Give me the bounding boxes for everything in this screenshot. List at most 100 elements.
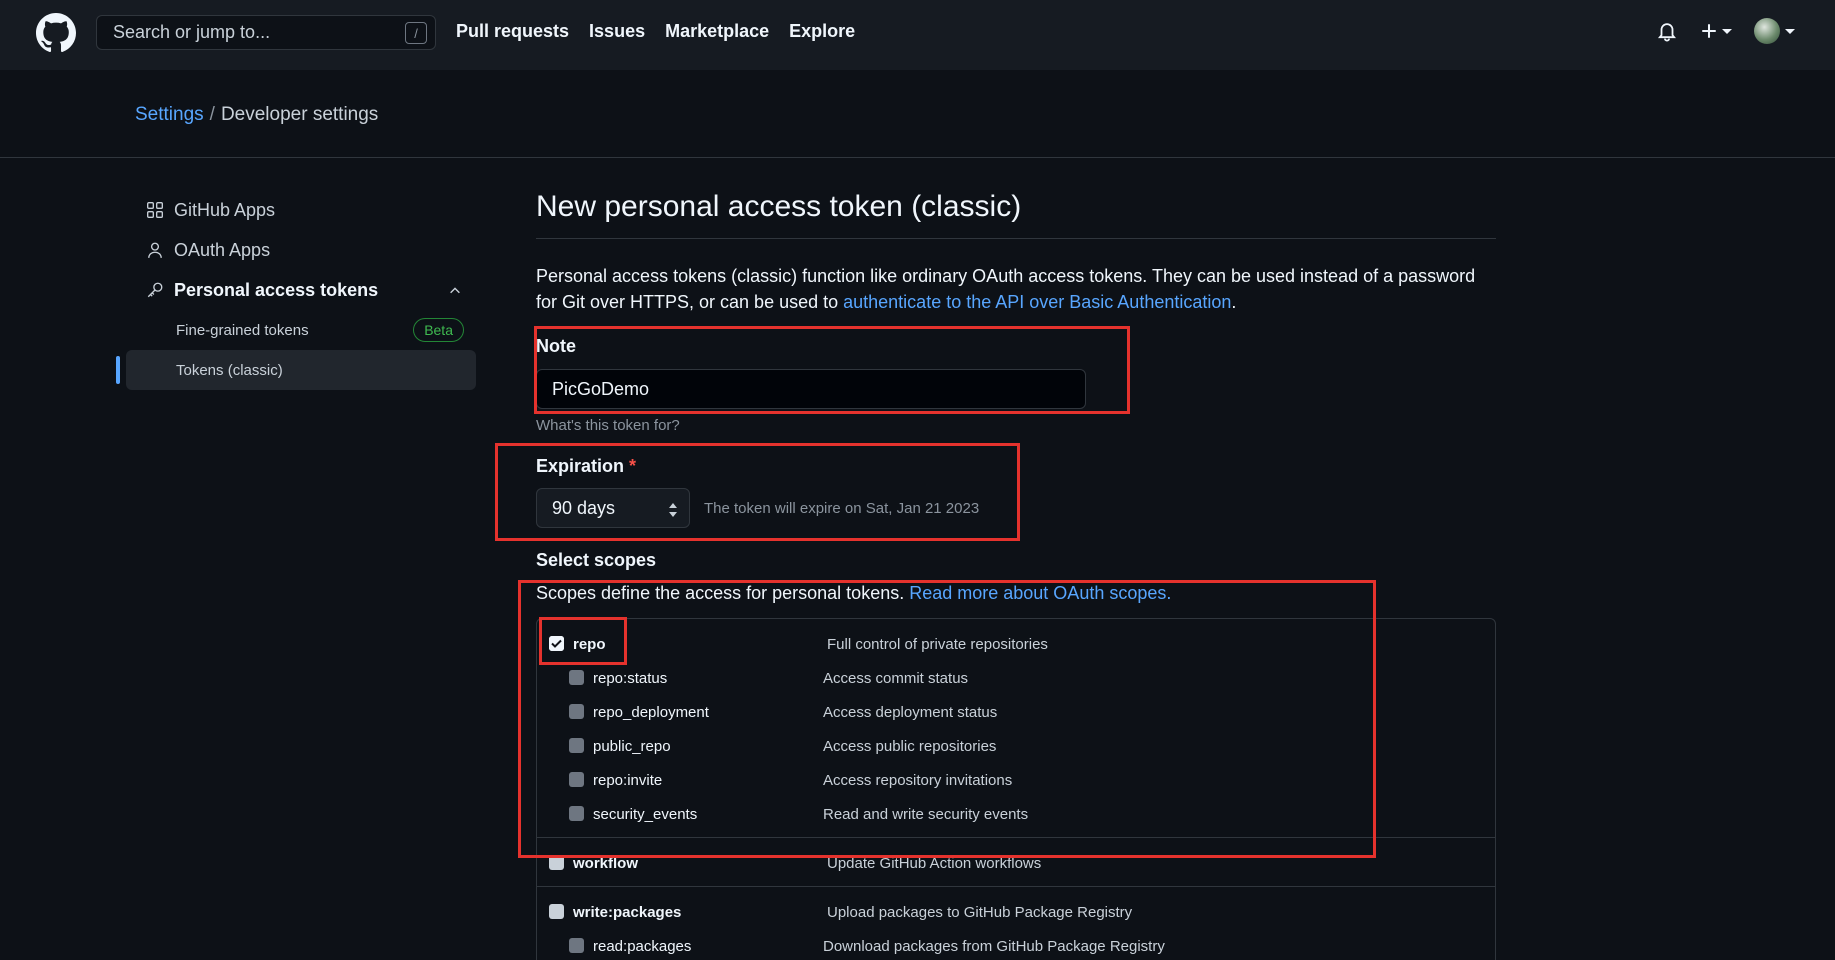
beta-badge: Beta	[413, 318, 464, 342]
note-hint: What's this token for?	[536, 417, 680, 434]
nav-issues[interactable]: Issues	[589, 21, 645, 42]
sidebar-item-personal-access-tokens[interactable]: Personal access tokens	[126, 270, 476, 310]
scope-row: security_events Read and write security …	[537, 797, 1495, 831]
scope-description: Full control of private repositories	[827, 635, 1048, 653]
description-suffix: .	[1231, 292, 1237, 312]
selected-indicator	[116, 356, 120, 384]
github-logo-icon[interactable]	[36, 13, 76, 53]
scope-name: repo:invite	[593, 771, 663, 789]
scopes-description-text: Scopes define the access for personal to…	[536, 583, 910, 603]
key-icon	[146, 281, 164, 299]
header-actions	[1656, 18, 1795, 44]
scope-description: Access public repositories	[823, 737, 997, 755]
breadcrumb: Settings / Developer settings	[135, 104, 378, 126]
read-packages-checkbox[interactable]	[569, 938, 584, 953]
scope-description: Download packages from GitHub Package Re…	[823, 937, 1165, 955]
note-label: Note	[536, 336, 576, 356]
scope-row: repo:status Access commit status	[537, 661, 1495, 695]
scope-name: workflow	[573, 854, 639, 872]
sidebar-item-label: Tokens (classic)	[176, 361, 283, 379]
search-placeholder: Search or jump to...	[113, 22, 271, 42]
check-icon	[549, 636, 564, 651]
sidebar-item-oauth-apps[interactable]: OAuth Apps	[126, 230, 476, 270]
select-arrows-icon	[667, 502, 679, 523]
search-input[interactable]: Search or jump to... /	[96, 15, 436, 50]
repo-status-checkbox[interactable]	[569, 670, 584, 685]
required-marker: *	[629, 456, 637, 476]
repo-checkbox[interactable]	[549, 636, 564, 651]
sidebar-item-label: Personal access tokens	[174, 279, 379, 300]
scope-description: Read and write security events	[823, 805, 1029, 823]
scope-description: Upload packages to GitHub Package Regist…	[827, 903, 1133, 921]
public-repo-checkbox[interactable]	[569, 738, 584, 753]
breadcrumb-settings-link[interactable]: Settings	[135, 104, 204, 125]
search-shortcut-key: /	[405, 22, 427, 44]
person-icon	[146, 241, 164, 259]
scopes-label: Select scopes	[536, 550, 657, 570]
create-new-button[interactable]	[1700, 22, 1732, 40]
scope-group-write-packages: write:packages Upload packages to GitHub…	[537, 887, 1495, 960]
scope-description: Access commit status	[823, 669, 969, 687]
page-title: New personal access token (classic)	[536, 190, 1496, 239]
write-packages-checkbox[interactable]	[549, 904, 564, 919]
breadcrumb-separator: /	[209, 104, 215, 125]
sidebar-item-fine-grained-tokens[interactable]: Fine-grained tokens Beta	[126, 310, 476, 350]
avatar	[1754, 18, 1780, 44]
expiration-note: The token will expire on Sat, Jan 21 202…	[704, 499, 980, 517]
expiration-label-text: Expiration	[536, 456, 625, 476]
chevron-up-icon[interactable]	[448, 282, 462, 303]
expiration-section: Expiration * 90 days The token will expi…	[536, 456, 979, 528]
scope-group-repo: repo Full control of private repositorie…	[537, 619, 1495, 838]
expiration-select[interactable]: 90 days	[536, 488, 690, 528]
nav-marketplace[interactable]: Marketplace	[665, 21, 769, 42]
expiration-selected-value: 90 days	[552, 497, 616, 518]
scope-name: public_repo	[593, 737, 671, 755]
bell-icon[interactable]	[1656, 20, 1678, 42]
sidebar-item-label: Fine-grained tokens	[176, 321, 309, 339]
scope-description: Update GitHub Action workflows	[827, 854, 1042, 872]
scope-description: Access repository invitations	[823, 771, 1013, 789]
oauth-scopes-link[interactable]: Read more about OAuth scopes.	[909, 583, 1171, 603]
top-header: Search or jump to... / Pull requests Iss…	[0, 0, 1835, 70]
user-menu-button[interactable]	[1754, 18, 1795, 44]
scopes-table: repo Full control of private repositorie…	[536, 618, 1496, 960]
sidebar-item-github-apps[interactable]: GitHub Apps	[126, 190, 476, 230]
scope-name: security_events	[593, 805, 698, 823]
scopes-section: Select scopes Scopes define the access f…	[536, 550, 1496, 960]
scope-row: repo Full control of private repositorie…	[537, 627, 1495, 661]
note-input[interactable]: PicGoDemo	[536, 369, 1086, 409]
scope-description: Access deployment status	[823, 703, 998, 721]
main-content: New personal access token (classic) Pers…	[536, 190, 1496, 960]
chevron-down-icon	[1722, 28, 1732, 34]
scopes-description: Scopes define the access for personal to…	[536, 583, 1496, 604]
note-section: Note PicGoDemo What's this token for?	[536, 336, 1086, 434]
page-description: Personal access tokens (classic) functio…	[536, 263, 1496, 315]
scope-name: repo_deployment	[593, 703, 709, 721]
scope-group-workflow: workflow Update GitHub Action workflows	[537, 838, 1495, 887]
chevron-down-icon	[1785, 28, 1795, 34]
breadcrumb-current: Developer settings	[220, 104, 379, 125]
sidebar-item-label: GitHub Apps	[174, 199, 276, 220]
scope-row: workflow Update GitHub Action workflows	[537, 846, 1495, 880]
security-events-checkbox[interactable]	[569, 806, 584, 821]
scope-row: read:packages Download packages from Git…	[537, 929, 1495, 960]
scope-name: write:packages	[573, 903, 682, 921]
scope-name: read:packages	[593, 937, 692, 955]
nav-explore[interactable]: Explore	[789, 21, 855, 42]
nav-pull-requests[interactable]: Pull requests	[456, 21, 569, 42]
scope-row: repo_deployment Access deployment status	[537, 695, 1495, 729]
breadcrumb-bar: Settings / Developer settings	[0, 70, 1835, 158]
expiration-row: 90 days The token will expire on Sat, Ja…	[536, 488, 979, 528]
workflow-checkbox[interactable]	[549, 855, 564, 870]
scope-name: repo:status	[593, 669, 668, 687]
scope-name: repo	[573, 635, 606, 653]
repo-deployment-checkbox[interactable]	[569, 704, 584, 719]
sidebar-item-label: OAuth Apps	[174, 239, 271, 260]
sidebar: GitHub Apps OAuth Apps Personal access t…	[116, 190, 476, 390]
basic-auth-link[interactable]: authenticate to the API over Basic Authe…	[843, 292, 1231, 312]
expiration-label: Expiration *	[536, 456, 979, 477]
plus-icon	[1702, 24, 1716, 38]
global-nav: Pull requests Issues Marketplace Explore	[456, 21, 855, 42]
sidebar-item-tokens-classic[interactable]: Tokens (classic)	[116, 350, 476, 390]
repo-invite-checkbox[interactable]	[569, 772, 584, 787]
